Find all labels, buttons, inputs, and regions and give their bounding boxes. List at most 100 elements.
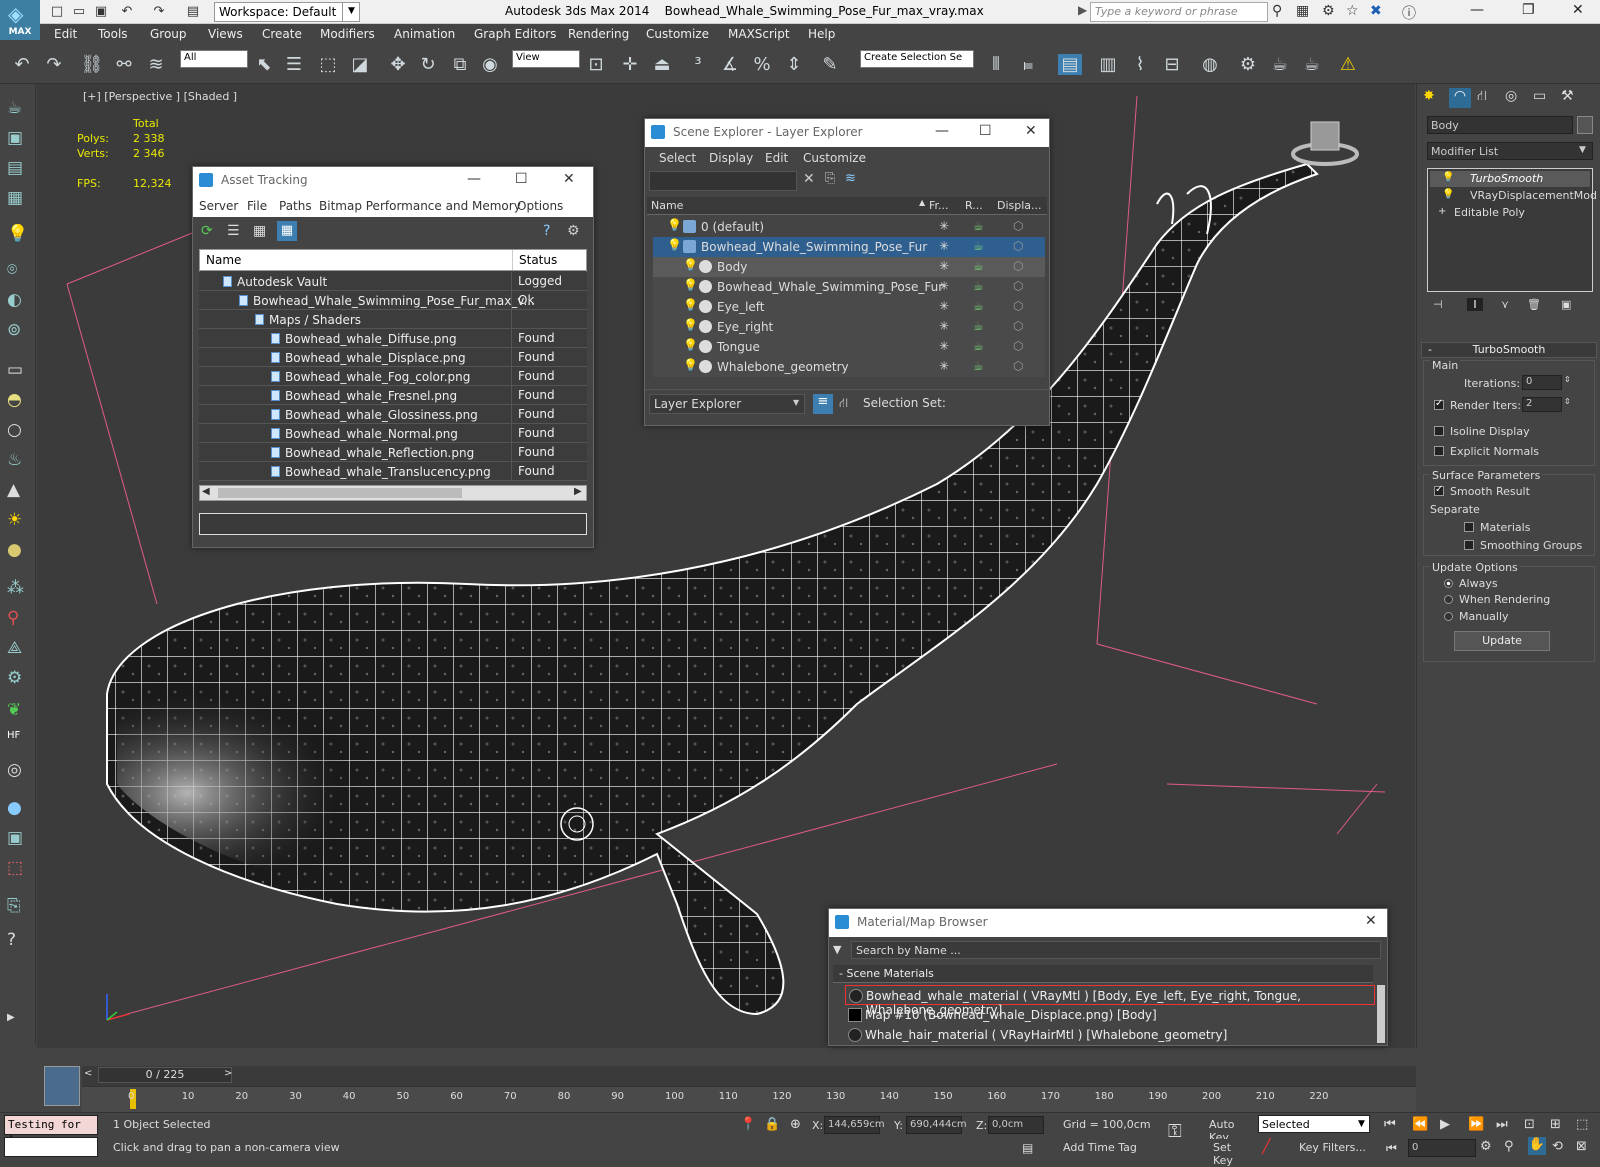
- clear-search-icon[interactable]: ✕: [803, 171, 815, 187]
- freeze-icon[interactable]: ✳: [939, 319, 949, 333]
- object-name-input[interactable]: Body: [1427, 116, 1573, 134]
- menu-views[interactable]: Views: [208, 27, 243, 41]
- scene-row[interactable]: 💡 0 (default) ✳ ☕ ⬡: [653, 217, 1045, 237]
- freeze-icon[interactable]: ✳: [939, 219, 949, 233]
- time-slider[interactable]: < 0 / 225 >: [82, 1066, 1416, 1086]
- lightbulb-icon[interactable]: 💡: [683, 258, 698, 272]
- unlink-icon[interactable]: ⚯: [112, 54, 136, 75]
- key-filters-button[interactable]: Key Filters...: [1296, 1139, 1370, 1157]
- lightbulb-icon[interactable]: 💡: [1442, 189, 1454, 200]
- undo-icon[interactable]: ↶: [10, 54, 34, 75]
- asset-row[interactable]: Bowhead_whale_Glossiness.png Found: [199, 405, 587, 424]
- display-box-icon[interactable]: ⬡: [1013, 279, 1023, 293]
- bind-spacewarp-icon[interactable]: ≋: [144, 54, 168, 75]
- rectangle-shape-icon[interactable]: ▭: [7, 360, 23, 380]
- hf-icon[interactable]: HF: [7, 730, 20, 741]
- search-by-name-input[interactable]: Search by Name ...: [851, 941, 1381, 959]
- field-of-view-icon[interactable]: ⊠: [1576, 1139, 1587, 1154]
- scene-explorer-titlebar[interactable]: Scene Explorer - Layer Explorer — ☐ ✕: [645, 119, 1049, 147]
- manually-radio[interactable]: Manually: [1444, 610, 1509, 623]
- keyboard-shortcut-icon[interactable]: ⏏: [650, 54, 674, 75]
- explicit-normals-checkbox[interactable]: Explicit Normals: [1434, 445, 1539, 458]
- rendered-frame-window-icon[interactable]: ☕: [1268, 54, 1292, 75]
- renderable-teapot-icon[interactable]: ☕: [973, 319, 984, 333]
- display-box-icon[interactable]: ⬡: [1013, 359, 1023, 373]
- maximize-icon[interactable]: ☐: [515, 171, 528, 187]
- asset-path-field[interactable]: [199, 513, 587, 535]
- minimize-icon[interactable]: —: [1470, 2, 1484, 18]
- pin-stack-icon[interactable]: ⊣: [1433, 298, 1443, 311]
- lightbulb-icon[interactable]: 💡: [683, 298, 698, 312]
- auto-key-button[interactable]: Auto Key: [1206, 1116, 1256, 1144]
- binoculars-icon[interactable]: ⚲: [1272, 3, 1282, 19]
- maxscript-output[interactable]: [4, 1137, 98, 1157]
- asset-row[interactable]: Bowhead_whale_Diffuse.png Found: [199, 329, 587, 348]
- scale-icon[interactable]: ⧉: [448, 54, 472, 75]
- render-iters-checkbox[interactable]: Render Iters:: [1434, 398, 1521, 412]
- move-icon[interactable]: ✥: [386, 54, 410, 75]
- track-bar[interactable]: 0 10 20 30 40 50 60 70 80 90 100 110 120 130 140 150 160…: [82, 1086, 1416, 1112]
- modify-tab-icon[interactable]: ◠: [1449, 88, 1471, 108]
- viewcube[interactable]: [1291, 121, 1359, 166]
- material-row[interactable]: Bowhead_whale_material ( VRayMtl ) [Body…: [845, 985, 1375, 1017]
- thumbnail-view-icon[interactable]: ▦: [253, 223, 266, 239]
- key-mode-dropdown[interactable]: Selected: [1258, 1115, 1370, 1133]
- viewport-label[interactable]: [+] [Perspective ] [Shaded ]: [83, 90, 237, 103]
- frame-indicator[interactable]: 0 / 225: [98, 1067, 232, 1083]
- stack-editable-poly[interactable]: Editable Poly: [1430, 205, 1590, 221]
- spinner-arrows-icon[interactable]: ⇕: [1564, 375, 1571, 384]
- sort-by-layer-icon[interactable]: ≡: [813, 394, 833, 414]
- se-col-freeze[interactable]: Fr...: [929, 199, 949, 212]
- lightbulb-icon[interactable]: 💡: [667, 218, 682, 232]
- asset-row[interactable]: Bowhead_whale_Normal.png Found: [199, 424, 587, 443]
- export-icon[interactable]: ⎘: [7, 896, 21, 916]
- percent-snap-icon[interactable]: %: [750, 54, 774, 75]
- search-expand-icon[interactable]: ▶: [1078, 3, 1087, 17]
- layer-manager-icon[interactable]: ▥: [1096, 54, 1120, 75]
- smooth-result-checkbox[interactable]: Smooth Result: [1434, 484, 1530, 498]
- material-row[interactable]: Map #10 (Bowhead_whale_Displace.png) [Bo…: [845, 1005, 1375, 1025]
- zoom-extents-icon[interactable]: ⊡: [1524, 1117, 1535, 1132]
- menu-maxscript[interactable]: MAXScript: [728, 27, 790, 41]
- scroll-left-icon[interactable]: ◀: [202, 486, 210, 497]
- menu-group[interactable]: Group: [150, 27, 187, 41]
- helper-icon[interactable]: ◐: [7, 290, 22, 310]
- asset-row[interactable]: Bowhead_whale_Reflection.png Found: [199, 443, 587, 462]
- lightbulb-icon[interactable]: 💡: [683, 338, 698, 352]
- display-tab-icon[interactable]: ▭: [1533, 88, 1546, 104]
- hierarchy-tab-icon[interactable]: ⛙: [1477, 88, 1487, 106]
- menu-customize[interactable]: Customize: [646, 27, 709, 41]
- menu-help[interactable]: Help: [808, 27, 835, 41]
- zoom-view-icon[interactable]: ◎: [7, 760, 22, 780]
- zoom-icon[interactable]: ⚲: [1504, 1139, 1514, 1154]
- show-end-result-icon[interactable]: Ⅰ: [1467, 298, 1483, 311]
- menu-modifiers[interactable]: Modifiers: [320, 27, 375, 41]
- scene-row[interactable]: 💡 Body ✳ ☕ ⬡: [653, 257, 1045, 277]
- object-color-swatch[interactable]: [1577, 116, 1593, 134]
- utilities-tab-icon[interactable]: ⚒: [1561, 88, 1574, 104]
- at-menu-options[interactable]: Options: [517, 199, 563, 213]
- asset-row[interactable]: Maps / Shaders: [199, 310, 587, 329]
- menu-edit[interactable]: Edit: [54, 27, 77, 41]
- edit-named-selection-icon[interactable]: ✎: [818, 54, 842, 75]
- scene-search-input[interactable]: [649, 171, 797, 191]
- prev-frame-icon[interactable]: <: [84, 1068, 92, 1079]
- turbosmooth-rollout-header[interactable]: - TurboSmooth: [1421, 342, 1597, 358]
- sphere-blue-icon[interactable]: ●: [7, 798, 22, 818]
- material-editor-icon[interactable]: ◍: [1198, 54, 1222, 75]
- restore-icon[interactable]: ❐: [1522, 2, 1535, 18]
- table-view-icon[interactable]: ▦: [277, 221, 297, 241]
- spinner-snap-icon[interactable]: ⇕: [782, 54, 806, 75]
- time-tag-icon[interactable]: ▤: [1022, 1141, 1033, 1155]
- configure-sets-icon[interactable]: ▣: [1561, 298, 1571, 311]
- se-menu-display[interactable]: Display: [709, 151, 753, 165]
- explorer-type-dropdown[interactable]: Layer Explorer: [649, 394, 805, 414]
- display-box-icon[interactable]: ⬡: [1013, 259, 1023, 273]
- undo-icon[interactable]: ↶: [118, 3, 136, 21]
- update-button[interactable]: Update: [1454, 631, 1550, 651]
- horizontal-scrollbar[interactable]: ◀ ▶: [199, 485, 587, 501]
- menu-create[interactable]: Create: [262, 27, 302, 41]
- menu-rendering[interactable]: Rendering: [568, 27, 629, 41]
- gear-icon[interactable]: ⚙: [7, 668, 22, 688]
- settings-icon[interactable]: ⚙: [567, 223, 580, 239]
